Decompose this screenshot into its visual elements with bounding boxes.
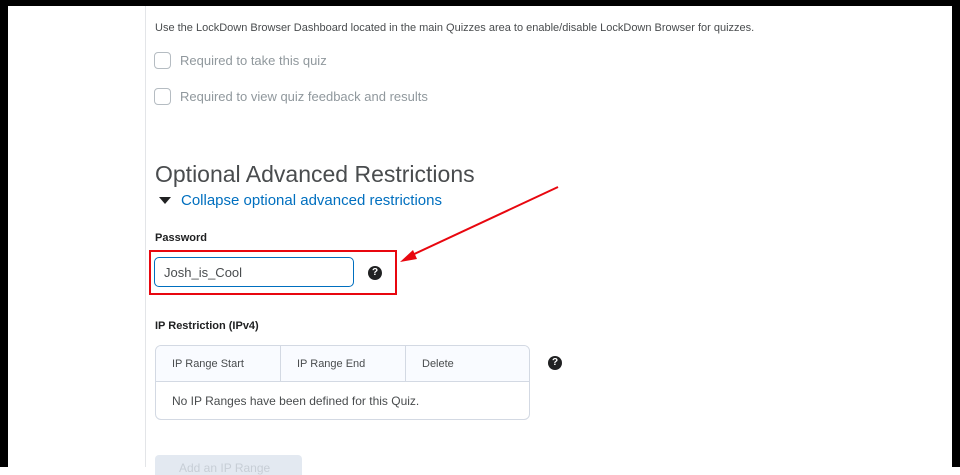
annotation-highlight-box [149,250,397,295]
ip-table-empty-message: No IP Ranges have been defined for this … [172,394,420,408]
required-take-label: Required to take this quiz [180,53,327,68]
advanced-restrictions-title: Optional Advanced Restrictions [155,161,475,188]
column-ip-range-end: IP Range End [281,346,406,381]
required-take-checkbox[interactable] [154,52,171,69]
required-view-label: Required to view quiz feedback and resul… [180,89,428,104]
screenshot-border-left [0,0,8,467]
password-label: Password [155,232,207,244]
screenshot-border-right [952,0,960,467]
column-delete: Delete [422,357,454,370]
content-divider [145,6,146,467]
lockdown-info-text: Use the LockDown Browser Dashboard locat… [155,22,755,34]
ip-range-table: IP Range Start IP Range End Delete No IP… [155,345,530,420]
ip-restriction-help-icon[interactable]: ? [548,356,562,370]
collapse-advanced-link[interactable]: Collapse optional advanced restrictions [159,192,442,209]
required-take-checkbox-row[interactable]: Required to take this quiz [154,52,327,69]
required-view-checkbox-row[interactable]: Required to view quiz feedback and resul… [154,88,428,105]
left-gutter [8,6,145,467]
required-view-checkbox[interactable] [154,88,171,105]
add-ip-range-button[interactable]: Add an IP Range [155,455,302,475]
ip-table-header: IP Range Start IP Range End Delete [156,346,529,382]
caret-down-icon [159,197,171,204]
ip-restriction-label: IP Restriction (IPv4) [155,320,259,332]
collapse-advanced-label: Collapse optional advanced restrictions [181,192,442,209]
column-ip-range-start: IP Range Start [156,346,281,381]
